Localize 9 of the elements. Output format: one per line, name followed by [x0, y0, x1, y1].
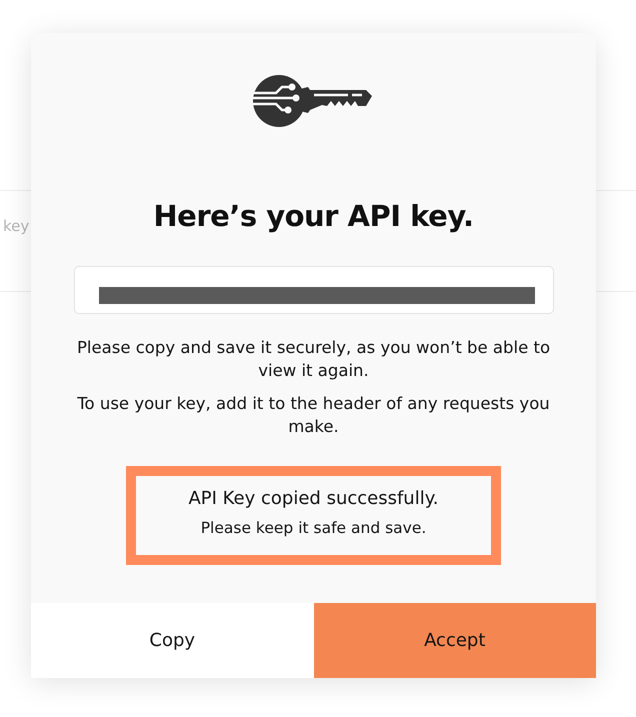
- api-key-field[interactable]: [74, 266, 554, 314]
- dialog-title: Here’s your API key.: [153, 199, 474, 233]
- accept-button[interactable]: Accept: [314, 603, 596, 678]
- background-text: key: [3, 217, 30, 235]
- instruction-text: Please copy and save it securely, as you won’t be able to view it again.: [76, 337, 552, 382]
- notice-title: API Key copied successfully.: [188, 488, 439, 509]
- instruction-text: To use your key, add it to the header of any requests you make.: [76, 393, 551, 438]
- copy-button[interactable]: Copy: [31, 603, 314, 678]
- notice-message: Please keep it safe and save.: [200, 519, 426, 537]
